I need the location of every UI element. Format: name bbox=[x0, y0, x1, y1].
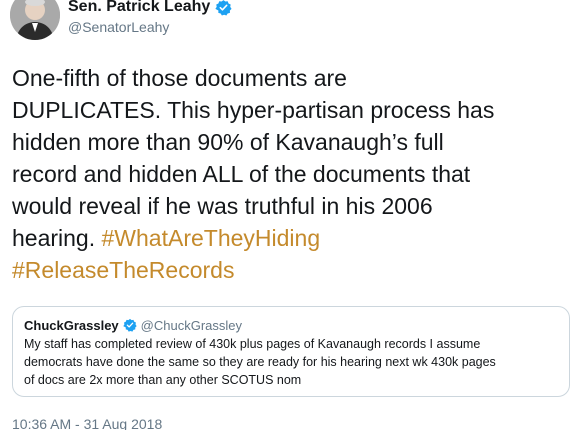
tweet-text-line: hidden more than 90% of Kavanaugh’s full bbox=[12, 129, 444, 155]
verified-badge-icon bbox=[215, 0, 232, 16]
quoted-text-line: of docs are 2x more than any other SCOTU… bbox=[24, 373, 302, 387]
tweet-author: Sen. Patrick Leahy @SenatorLeahy bbox=[68, 0, 232, 35]
hashtag-link[interactable]: #WhatAreTheyHiding bbox=[102, 225, 321, 251]
tweet-text: One-fifth of those documents are DUPLICA… bbox=[12, 62, 577, 286]
author-display-name[interactable]: Sen. Patrick Leahy bbox=[68, 0, 210, 16]
hashtag-link[interactable]: #ReleaseTheRecords bbox=[12, 257, 234, 283]
quoted-author-name: ChuckGrassley bbox=[24, 317, 119, 333]
tweet-text-line: record and hidden ALL of the documents t… bbox=[12, 161, 471, 187]
quoted-tweet-author: ChuckGrassley @ChuckGrassley bbox=[24, 316, 558, 334]
tweet-text-line: One-fifth of those documents are bbox=[12, 65, 347, 91]
tweet: Sen. Patrick Leahy @SenatorLeahy One-fif… bbox=[0, 0, 583, 430]
tweet-text-line: would reveal if he was truthful in his 2… bbox=[12, 193, 433, 219]
quoted-tweet-text: My staff has completed review of 430k pl… bbox=[24, 335, 558, 389]
tweet-timestamp[interactable]: 10:36 AM - 31 Aug 2018 bbox=[12, 416, 162, 430]
author-handle[interactable]: @SenatorLeahy bbox=[68, 19, 232, 35]
profile-photo-icon bbox=[10, 0, 60, 40]
quoted-text-line: My staff has completed review of 430k pl… bbox=[24, 337, 481, 351]
tweet-hashtag-line: #ReleaseTheRecords bbox=[12, 254, 577, 286]
tweet-text-line: DUPLICATES. This hyper-partisan process … bbox=[12, 97, 495, 123]
quoted-tweet[interactable]: ChuckGrassley @ChuckGrassley My staff ha… bbox=[12, 306, 570, 397]
quoted-author-handle: @ChuckGrassley bbox=[140, 317, 243, 333]
tweet-text-line-with-hashtag: hearing. #WhatAreTheyHiding bbox=[12, 222, 577, 254]
tweet-text-segment: hearing. bbox=[12, 225, 96, 251]
author-avatar[interactable] bbox=[10, 0, 60, 40]
verified-badge-icon bbox=[122, 318, 137, 332]
author-name-row: Sen. Patrick Leahy bbox=[68, 0, 232, 17]
quoted-text-line: democrats have done the same so they are… bbox=[24, 355, 496, 369]
